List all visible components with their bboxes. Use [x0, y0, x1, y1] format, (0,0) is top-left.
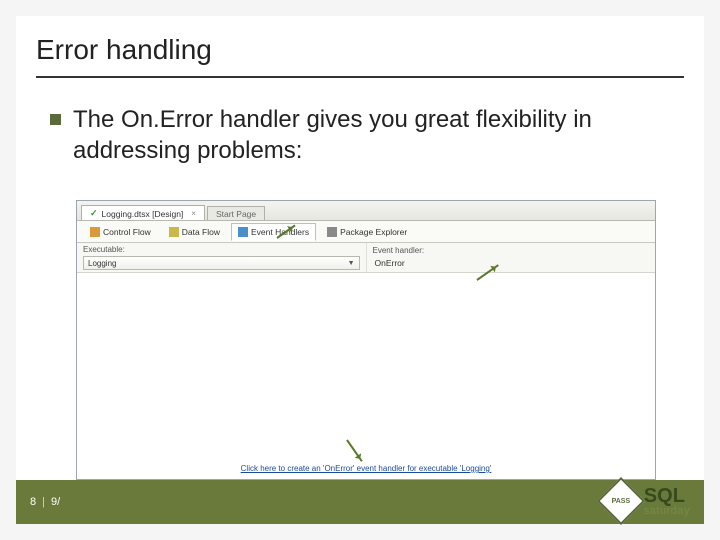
- file-tab-label: Logging.dtsx [Design]: [102, 209, 184, 219]
- event-handler-value: OnError: [373, 257, 650, 269]
- page-number: 8: [30, 496, 36, 508]
- tab-label: Control Flow: [103, 227, 151, 237]
- footer-separator: |: [42, 496, 45, 508]
- tab-label: Data Flow: [182, 227, 220, 237]
- create-handler-link[interactable]: Click here to create an 'OnError' event …: [241, 464, 492, 473]
- tab-data-flow[interactable]: Data Flow: [162, 223, 227, 241]
- designer-tab-strip: Control Flow Data Flow Event Handlers Pa…: [77, 221, 655, 243]
- event-handler-label: Event handler:: [373, 246, 650, 255]
- dropdown-value: Logging: [88, 259, 116, 268]
- ssis-designer-screenshot: ✓ Logging.dtsx [Design] × Start Page Con…: [76, 200, 656, 480]
- logo-text-main: SQL: [644, 486, 690, 506]
- file-tab-strip: ✓ Logging.dtsx [Design] × Start Page: [77, 201, 655, 221]
- title-underline: [36, 76, 684, 78]
- tab-label: Package Explorer: [340, 227, 407, 237]
- checkmark-icon: ✓: [90, 208, 98, 219]
- data-flow-icon: [169, 227, 179, 237]
- designer-canvas[interactable]: Click here to create an 'OnError' event …: [77, 273, 655, 479]
- tab-control-flow[interactable]: Control Flow: [83, 223, 158, 241]
- chevron-down-icon: ▼: [348, 260, 355, 267]
- file-tab-active[interactable]: ✓ Logging.dtsx [Design] ×: [81, 205, 205, 220]
- executable-dropdown[interactable]: Logging ▼: [83, 256, 360, 270]
- file-tab-inactive[interactable]: Start Page: [207, 206, 265, 220]
- slide-title: Error handling: [16, 16, 704, 76]
- square-bullet-icon: [50, 114, 61, 125]
- selector-row: Executable: Logging ▼ Event handler: OnE…: [77, 243, 655, 273]
- pass-badge-icon: PASS: [597, 477, 645, 525]
- file-tab-label: Start Page: [216, 209, 256, 219]
- logo-text-sub: saturday: [644, 506, 690, 517]
- pass-sql-saturday-logo: PASS SQL saturday: [604, 484, 690, 518]
- tab-event-handlers[interactable]: Event Handlers: [231, 223, 316, 241]
- control-flow-icon: [90, 227, 100, 237]
- footer-date: 9/: [51, 496, 60, 508]
- package-explorer-icon: [327, 227, 337, 237]
- close-icon[interactable]: ×: [191, 209, 196, 218]
- event-handlers-icon: [238, 227, 248, 237]
- bullet-text: The On.Error handler gives you great fle…: [73, 104, 670, 166]
- executable-label: Executable:: [83, 245, 360, 254]
- bullet-item: The On.Error handler gives you great fle…: [50, 104, 670, 166]
- tab-package-explorer[interactable]: Package Explorer: [320, 223, 414, 241]
